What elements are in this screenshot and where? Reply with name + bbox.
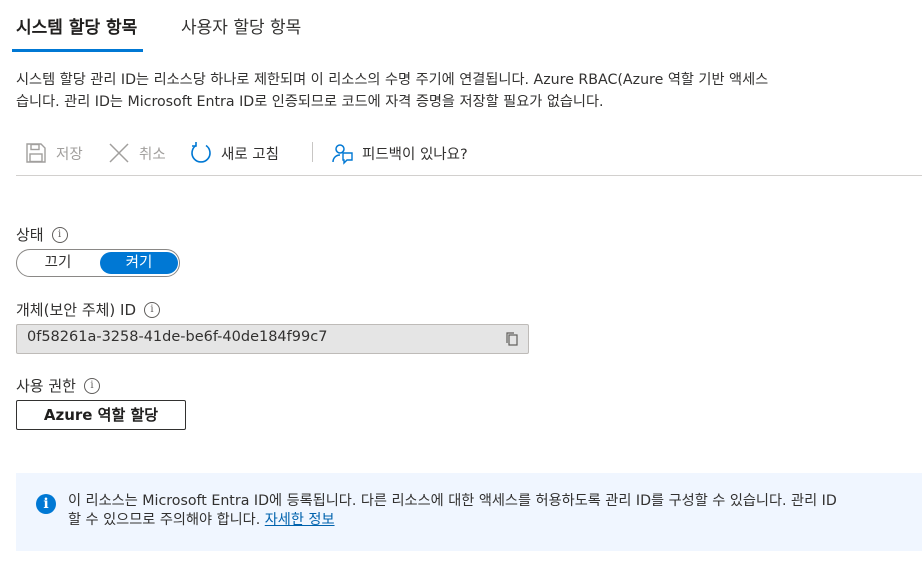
cancel-button[interactable]: 취소 <box>107 139 166 167</box>
info-icon[interactable]: i <box>144 301 161 318</box>
learn-more-link[interactable]: 자세한 정보 <box>265 512 335 528</box>
status-toggle[interactable]: 끄기 켜기 <box>16 249 180 277</box>
save-label: 저장 <box>56 146 83 163</box>
status-field-label: 상태 i <box>16 224 68 245</box>
toggle-on-option[interactable]: 켜기 <box>100 252 178 274</box>
refresh-icon <box>191 142 211 163</box>
save-icon <box>26 143 46 163</box>
azure-role-assignments-button[interactable]: Azure 역할 할당 <box>16 400 186 430</box>
info-icon: i <box>36 494 56 514</box>
info-banner-text: 이 리소스는 Microsoft Entra ID에 등록됩니다. 다른 리소스… <box>68 492 922 530</box>
toggle-off-option[interactable]: 끄기 <box>17 250 99 276</box>
info-banner-line-2-text: 할 수 있으므로 주의해야 합니다. <box>68 512 265 528</box>
copy-icon[interactable] <box>504 331 520 347</box>
object-id-value: 0f58261a-3258-41de-be6f-40de184f99c7 <box>27 329 328 345</box>
description-line-2: 습니다. 관리 ID는 Microsoft Entra ID로 인증되므로 코드… <box>16 94 604 110</box>
info-banner-line-1: 이 리소스는 Microsoft Entra ID에 등록됩니다. 다른 리소스… <box>68 493 837 509</box>
tab-user-assigned[interactable]: 사용자 할당 항목 <box>181 17 301 53</box>
permissions-field-label: 사용 권한 i <box>16 375 100 396</box>
info-banner-line-2: 할 수 있으므로 주의해야 합니다. 자세한 정보 <box>68 511 922 530</box>
feedback-button[interactable]: 피드백이 있나요? <box>330 139 468 167</box>
info-icon[interactable]: i <box>51 226 68 243</box>
status-label: 상태 <box>16 226 44 244</box>
object-id-field[interactable]: 0f58261a-3258-41de-be6f-40de184f99c7 <box>16 324 529 354</box>
object-id-field-label: 개체(보안 주체) ID i <box>16 299 161 320</box>
info-icon[interactable]: i <box>83 377 100 394</box>
save-button[interactable]: 저장 <box>24 139 83 167</box>
description: 시스템 할당 관리 ID는 리소스당 하나로 제한되며 이 리소스의 수명 주기… <box>16 69 922 113</box>
tab-system-assigned[interactable]: 시스템 할당 항목 <box>11 17 144 53</box>
tab-bar: 시스템 할당 항목 사용자 할당 항목 <box>0 0 922 56</box>
cancel-label: 취소 <box>139 146 166 163</box>
refresh-button[interactable]: 새로 고침 <box>189 139 279 167</box>
toolbar-divider <box>312 142 313 162</box>
description-line-1: 시스템 할당 관리 ID는 리소스당 하나로 제한되며 이 리소스의 수명 주기… <box>16 72 769 88</box>
refresh-label: 새로 고침 <box>221 146 279 163</box>
command-bar: 저장 취소 새로 고침 피드백이 있나요? <box>16 139 922 176</box>
feedback-icon <box>332 144 353 165</box>
close-icon <box>109 143 129 163</box>
object-id-label: 개체(보안 주체) ID <box>16 301 137 319</box>
permissions-label: 사용 권한 <box>16 377 76 395</box>
info-banner: i 이 리소스는 Microsoft Entra ID에 등록됩니다. 다른 리… <box>16 473 922 551</box>
feedback-label: 피드백이 있나요? <box>362 146 468 163</box>
